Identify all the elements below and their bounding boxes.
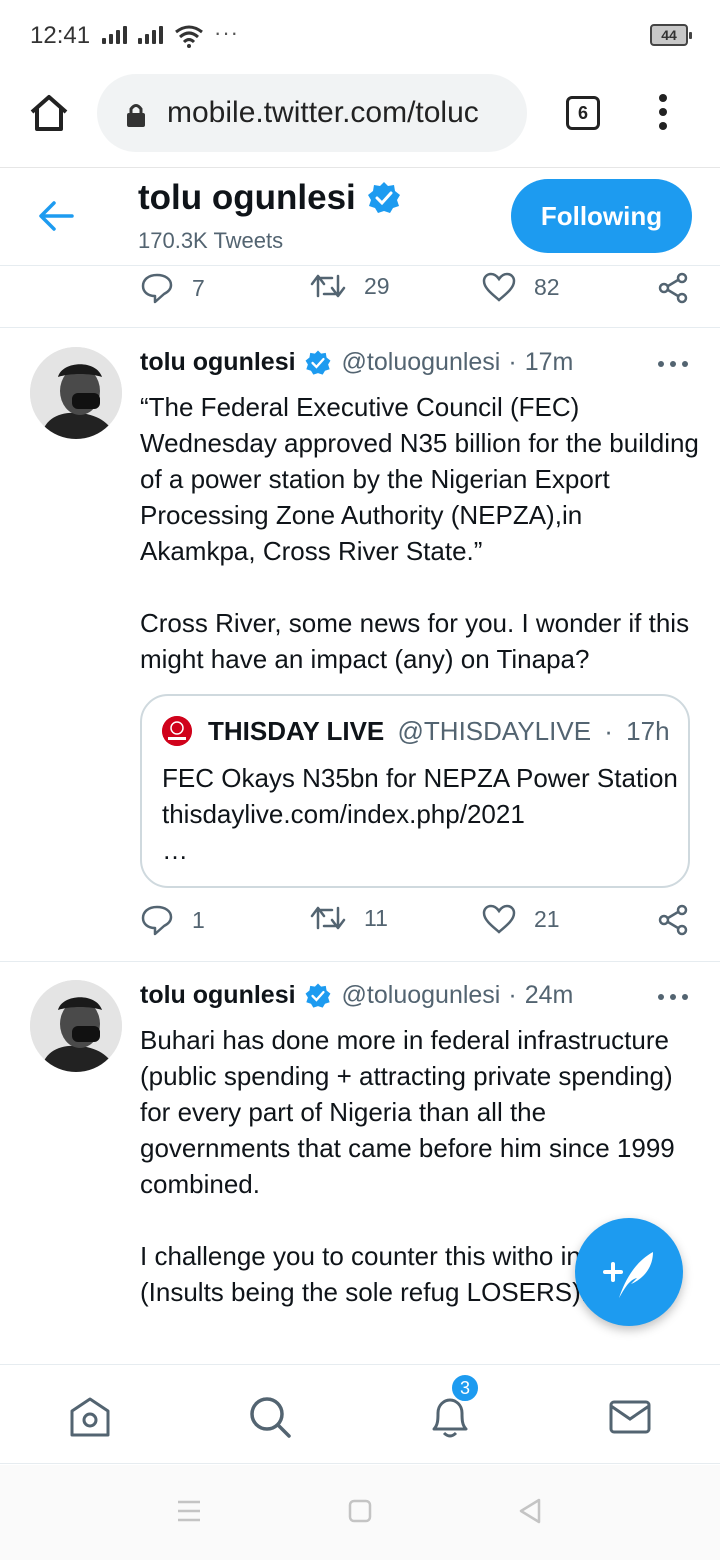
tweet-author-name[interactable]: tolu ogunlesi — [140, 981, 296, 1010]
retweet-button[interactable]: 29 — [310, 272, 390, 300]
notifications-badge: 3 — [450, 1373, 480, 1403]
home-icon[interactable] — [68, 1395, 112, 1439]
reply-count: 1 — [192, 906, 205, 933]
share-icon[interactable] — [657, 904, 689, 936]
quoted-tweet-text: FEC Okays N35bn for NEPZA Power Station … — [162, 763, 678, 865]
tweet-divider — [0, 961, 720, 962]
url-text: mobile.twitter.com/toluc — [167, 96, 479, 129]
status-time: 12:41 — [30, 22, 91, 49]
more-options-icon[interactable] — [658, 994, 688, 1004]
tweet-text: “The Federal Executive Council (FEC) Wed… — [140, 392, 699, 674]
profile-name: tolu ogunlesi — [138, 178, 356, 217]
recent-apps-icon[interactable] — [176, 1499, 202, 1523]
signal-icon-2 — [138, 26, 163, 44]
profile-name-row: tolu ogunlesi — [138, 178, 402, 218]
tweet-author-handle: @toluogunlesi — [341, 981, 501, 1009]
share-icon[interactable] — [657, 272, 689, 304]
more-options-icon[interactable] — [658, 361, 688, 371]
quoted-author-name: THISDAY LIVE — [208, 716, 385, 746]
tweet-header: tolu ogunlesi @toluogunlesi · 17m — [140, 348, 573, 377]
profile-header: tolu ogunlesi 170.3K Tweets Following — [0, 168, 720, 266]
status-more-icon: ··· — [214, 20, 239, 45]
reply-count: 7 — [192, 274, 205, 301]
like-count: 82 — [534, 273, 560, 300]
browser-toolbar: mobile.twitter.com/toluc 6 — [0, 72, 720, 168]
tweet-author-handle: @toluogunlesi — [341, 348, 501, 376]
thisday-logo-icon — [162, 716, 192, 746]
system-home-icon[interactable] — [348, 1499, 372, 1523]
quoted-tweet-time: 17h — [626, 716, 670, 746]
like-count: 21 — [534, 905, 560, 932]
tweet-time[interactable]: 24m — [525, 981, 574, 1010]
back-arrow-icon[interactable] — [38, 200, 74, 232]
status-bar: 12:41 ··· 44 — [0, 0, 720, 72]
avatar[interactable] — [30, 980, 122, 1072]
reply-button[interactable]: 1 — [140, 904, 205, 936]
browser-menu-icon[interactable] — [655, 94, 671, 134]
verified-badge-icon — [305, 983, 330, 1008]
address-bar[interactable]: mobile.twitter.com/toluc — [97, 74, 527, 152]
heart-icon — [482, 904, 516, 934]
quoted-tweet-header: THISDAY LIVE @THISDAYLIVE · 17h — [208, 716, 670, 747]
home-icon[interactable] — [28, 92, 70, 134]
tweet-actions: 1 11 21 — [140, 904, 700, 944]
quoted-author-handle: @THISDAYLIVE — [397, 716, 592, 746]
verified-badge-icon — [367, 182, 400, 213]
reply-button[interactable]: 7 — [140, 272, 205, 304]
retweet-icon — [310, 274, 346, 298]
search-icon[interactable] — [248, 1395, 292, 1439]
retweet-count: 29 — [364, 272, 390, 299]
avatar[interactable] — [30, 347, 122, 439]
bottom-navigation: 3 — [0, 1364, 720, 1464]
quoted-tweet[interactable]: THISDAY LIVE @THISDAYLIVE · 17h FEC Okay… — [140, 694, 690, 888]
signal-icon — [102, 26, 127, 44]
system-navigation-bar — [0, 1465, 720, 1560]
following-button[interactable]: Following — [511, 179, 692, 253]
tweet-divider — [0, 327, 720, 328]
battery-icon: 44 — [650, 24, 692, 46]
retweet-count: 11 — [364, 904, 388, 931]
tweet-author-name[interactable]: tolu ogunlesi — [140, 348, 296, 377]
reply-icon — [141, 905, 173, 936]
tweet-header: tolu ogunlesi @toluogunlesi · 24m — [140, 981, 573, 1010]
separator-dot: · — [508, 348, 517, 376]
messages-mail-icon[interactable] — [608, 1395, 652, 1439]
lock-icon — [127, 104, 145, 127]
separator-dot: · — [604, 716, 613, 746]
reply-icon — [141, 273, 173, 304]
tab-switcher-button[interactable]: 6 — [566, 96, 600, 130]
compose-feather-icon — [603, 1252, 653, 1298]
wifi-icon — [175, 25, 203, 48]
separator-dot: · — [508, 981, 517, 1009]
heart-icon — [482, 272, 516, 302]
compose-tweet-button[interactable] — [575, 1218, 683, 1326]
system-back-icon[interactable] — [518, 1497, 542, 1525]
retweet-button[interactable]: 11 — [310, 904, 388, 932]
tweet-count: 170.3K Tweets — [138, 228, 284, 253]
tweet-time[interactable]: 17m — [525, 348, 574, 377]
retweet-icon — [310, 906, 346, 930]
verified-badge-icon — [305, 350, 330, 375]
like-button[interactable]: 82 — [482, 272, 560, 302]
like-button[interactable]: 21 — [482, 904, 560, 934]
tweet-actions: 7 29 82 — [140, 272, 700, 312]
